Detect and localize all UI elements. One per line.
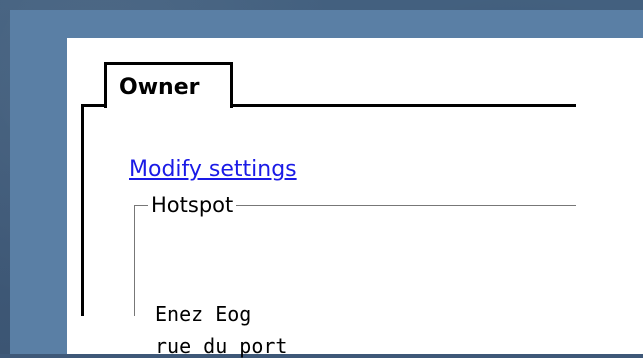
tab-panel-join	[107, 104, 230, 108]
address-line-2: rue du port	[155, 334, 288, 358]
hotspot-fieldset	[134, 205, 576, 316]
tab-owner[interactable]: Owner	[104, 62, 233, 108]
hotspot-legend: Hotspot	[148, 193, 237, 217]
modify-settings-link[interactable]: Modify settings	[129, 157, 297, 182]
tab-owner-label: Owner	[119, 75, 200, 100]
address-line-1: Enez Eog	[155, 302, 252, 326]
